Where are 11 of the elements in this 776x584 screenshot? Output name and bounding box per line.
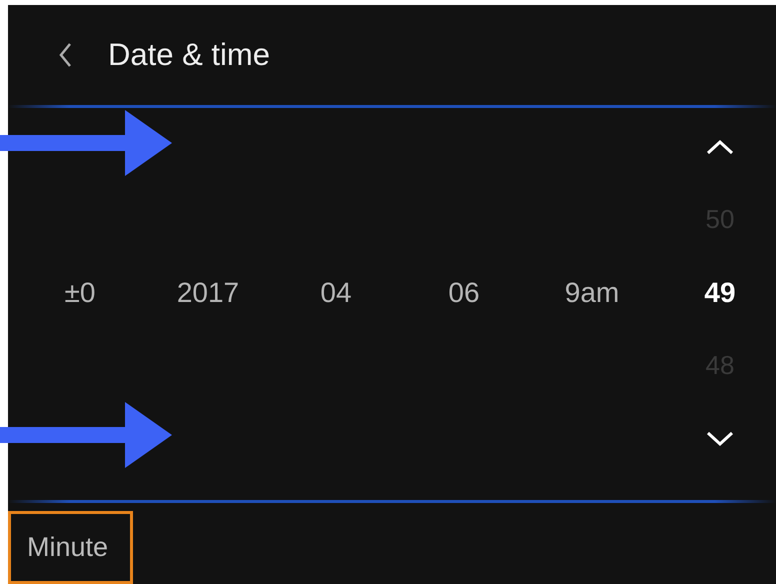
window-title: Date & time — [108, 37, 270, 73]
chevron-up-icon[interactable] — [705, 138, 735, 156]
chevron-down-icon[interactable] — [705, 430, 735, 448]
picker-value[interactable]: ±0 — [64, 276, 96, 308]
back-icon[interactable] — [58, 42, 72, 68]
picker-value[interactable]: 9am — [564, 276, 620, 308]
picker-value[interactable]: 49 — [704, 276, 736, 308]
picker-value[interactable]: 04 — [320, 276, 352, 308]
picker-value[interactable]: 06 — [448, 276, 480, 308]
picker-value[interactable]: 2017 — [176, 276, 240, 308]
field-label: Minute — [8, 511, 134, 584]
